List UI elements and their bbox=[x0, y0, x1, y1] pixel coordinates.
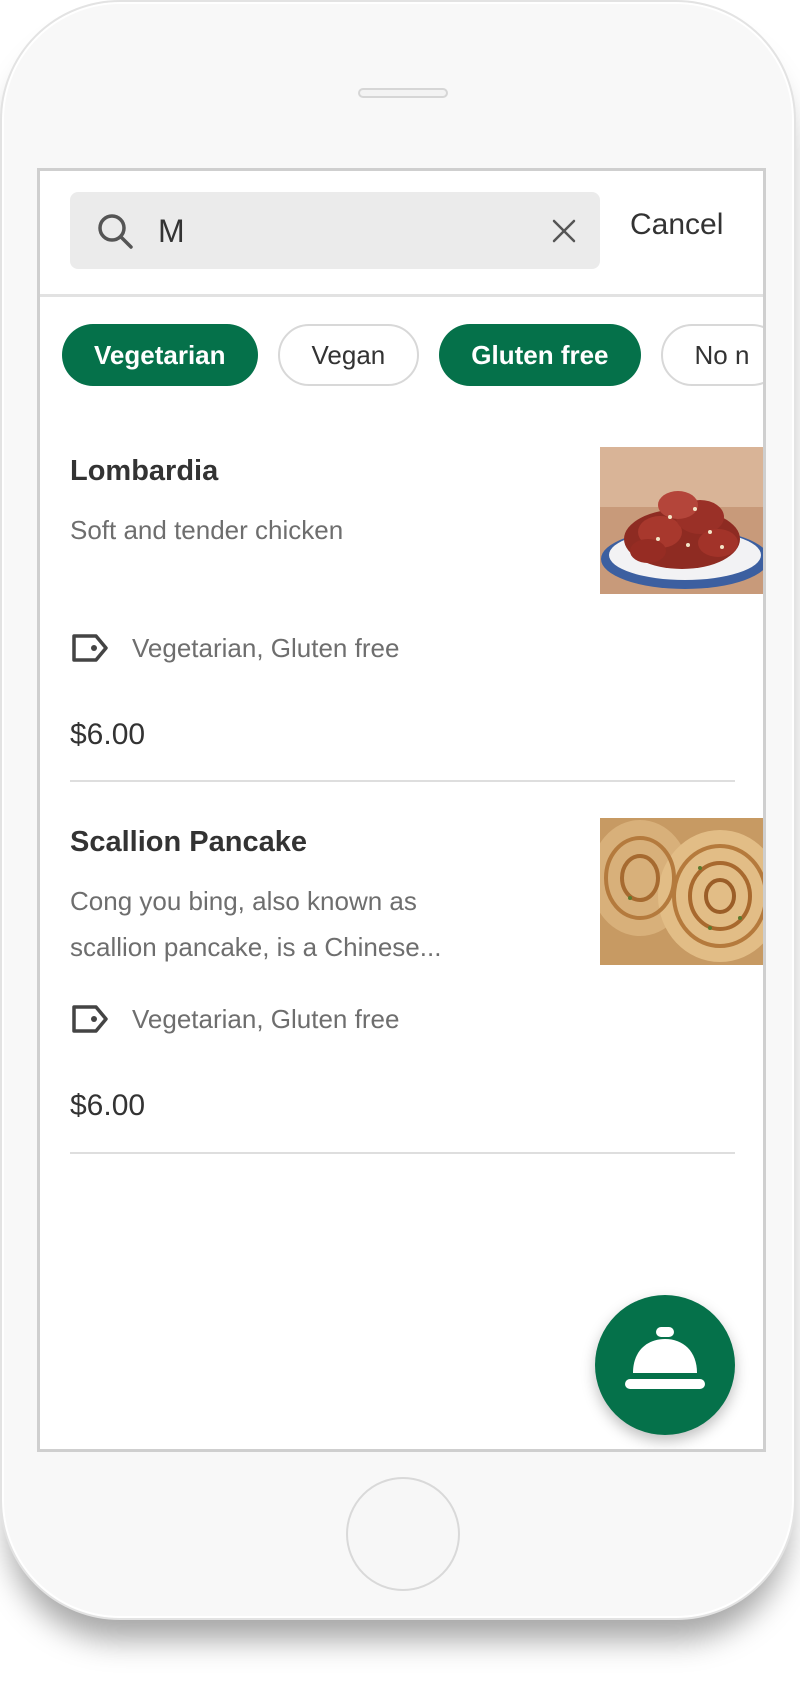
search-input[interactable] bbox=[156, 208, 530, 255]
menu-item[interactable]: Lombardia Soft and tender chicken Vegeta… bbox=[70, 447, 763, 782]
cancel-button[interactable]: Cancel bbox=[630, 208, 723, 242]
service-bell-icon bbox=[625, 1327, 705, 1389]
tag-icon bbox=[72, 1005, 108, 1033]
item-description: Cong you bing, also known as scallion pa… bbox=[70, 886, 442, 962]
item-name: Scallion Pancake bbox=[70, 826, 307, 858]
clear-icon[interactable] bbox=[549, 216, 579, 246]
filter-chip-vegan[interactable]: Vegan bbox=[277, 324, 420, 386]
phone-speaker bbox=[358, 88, 448, 98]
menu-item[interactable]: Scallion Pancake Cong you bing, also kno… bbox=[70, 818, 763, 1154]
fried-chicken-photo bbox=[600, 447, 763, 594]
filter-chips: Vegetarian Vegan Gluten free No n bbox=[62, 324, 763, 390]
filter-chip-gluten-free[interactable]: Gluten free bbox=[439, 324, 641, 386]
search-box[interactable] bbox=[70, 192, 600, 269]
home-button[interactable] bbox=[346, 1477, 460, 1591]
tag-icon bbox=[72, 634, 108, 662]
item-tags-text: Vegetarian, Gluten free bbox=[132, 1004, 400, 1034]
search-icon bbox=[98, 214, 133, 249]
item-name: Lombardia bbox=[70, 455, 219, 487]
app-screen: Cancel Vegetarian Vegan Gluten free No n Lo… bbox=[37, 168, 766, 1452]
phone-frame: Cancel Vegetarian Vegan Gluten free No n Lo… bbox=[0, 0, 796, 1620]
call-waiter-button[interactable] bbox=[595, 1295, 735, 1435]
item-price: $6.00 bbox=[70, 718, 146, 751]
item-description: Soft and tender chicken bbox=[70, 515, 344, 545]
filter-chip-vegetarian[interactable]: Vegetarian bbox=[62, 324, 258, 386]
item-price: $6.00 bbox=[70, 1089, 146, 1122]
search-header: Cancel bbox=[40, 171, 763, 297]
item-tags-text: Vegetarian, Gluten free bbox=[132, 633, 400, 663]
filter-chip-no-nuts[interactable]: No n bbox=[660, 324, 763, 386]
scallion-pancake-photo bbox=[600, 818, 763, 965]
